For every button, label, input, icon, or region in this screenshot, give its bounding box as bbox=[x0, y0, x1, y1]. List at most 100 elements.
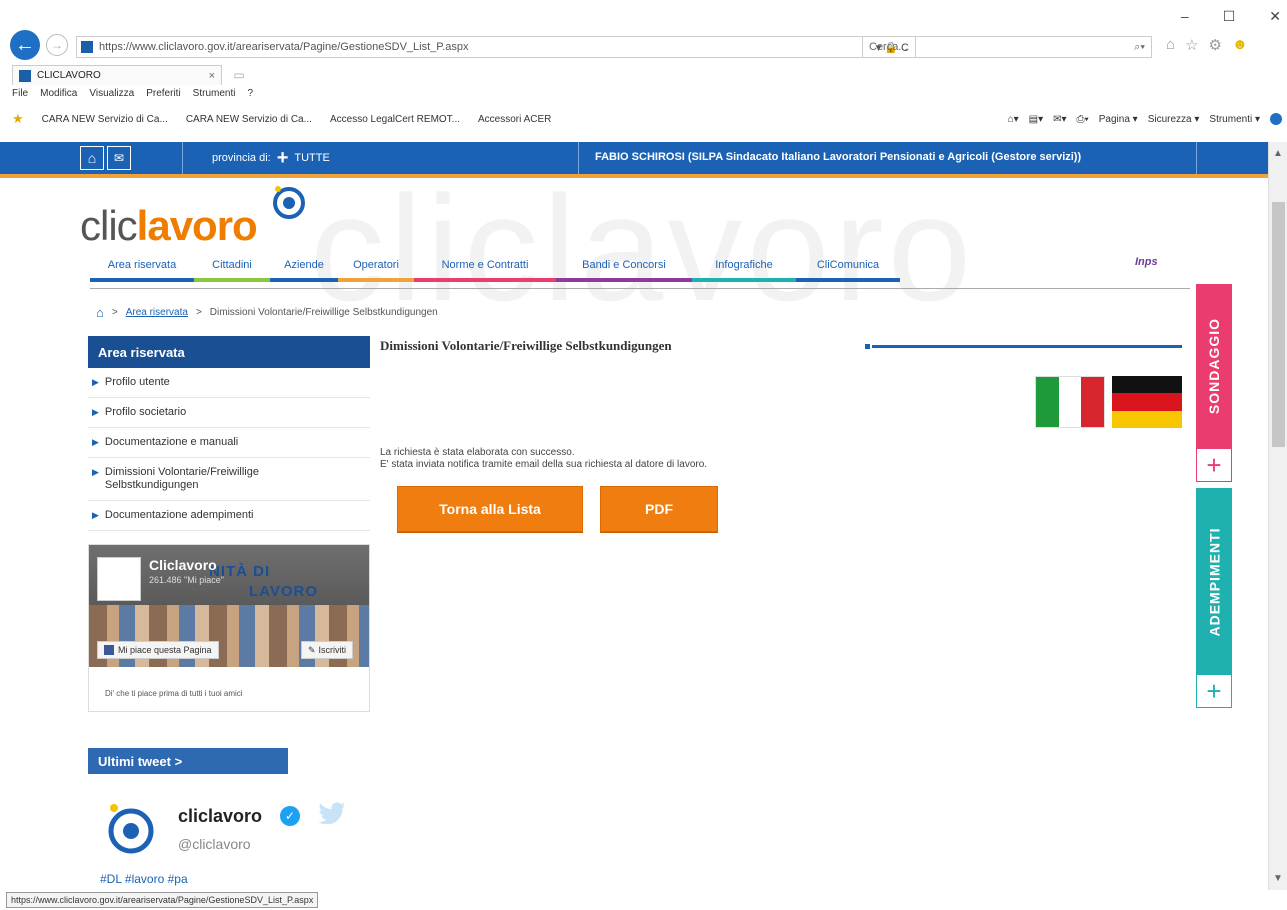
print-icon[interactable]: ⎙▾ bbox=[1077, 114, 1089, 125]
sidebar-item-dimissioni[interactable]: ▶ Dimissioni Volontarie/Freiwillige Selbs… bbox=[88, 458, 370, 501]
back-button[interactable]: ← bbox=[10, 30, 40, 60]
settings-gear-icon[interactable]: ⚙ bbox=[1209, 36, 1222, 54]
nav-aziende[interactable]: Aziende bbox=[270, 252, 338, 282]
mail-icon[interactable]: ✉▾ bbox=[1053, 114, 1066, 125]
tweets-header[interactable]: Ultimi tweet > bbox=[88, 748, 288, 774]
arrow-icon: ▶ bbox=[92, 407, 99, 417]
facebook-follow-button[interactable]: ✎ Iscriviti bbox=[301, 641, 354, 659]
site-favicon-icon bbox=[81, 41, 93, 53]
twitter-bird-icon[interactable] bbox=[318, 802, 346, 824]
sidebar-item-label: Dimissioni Volontarie/Freiwillige Selbst… bbox=[104, 466, 259, 491]
nav-clicomunica[interactable]: CliComunica bbox=[796, 252, 900, 282]
close-tab-icon[interactable]: × bbox=[209, 70, 215, 82]
like-label: Mi piace questa Pagina bbox=[118, 645, 212, 655]
menu-view[interactable]: Visualizza bbox=[89, 88, 134, 99]
feeds-icon[interactable]: ▤▾ bbox=[1029, 114, 1043, 125]
favorite-link[interactable]: CARA NEW Servizio di Ca... bbox=[42, 114, 168, 125]
sidebar-item-documentazione-adempimenti[interactable]: ▶ Documentazione adempimenti bbox=[88, 501, 370, 531]
browser-tab[interactable]: CLICLAVORO × bbox=[12, 65, 222, 85]
partner-logo[interactable]: Inps bbox=[1135, 256, 1158, 268]
tab-title: CLICLAVORO bbox=[37, 70, 101, 81]
tweet-text[interactable]: #DL #lavoro #pa bbox=[100, 872, 188, 886]
sidebar: Area riservata ▶ Profilo utente ▶ Profilo … bbox=[88, 336, 370, 531]
home-icon[interactable]: ⌂ bbox=[96, 305, 104, 320]
sidebar-header: Area riservata bbox=[88, 336, 370, 368]
survey-side-tab[interactable]: SONDAGGIO bbox=[1196, 284, 1232, 448]
help-icon[interactable] bbox=[1270, 113, 1282, 125]
menu-file[interactable]: File bbox=[12, 88, 28, 99]
facebook-page-title[interactable]: Cliclavoro bbox=[149, 557, 217, 573]
italian-flag-icon[interactable] bbox=[1035, 376, 1105, 428]
scroll-thumb[interactable] bbox=[1272, 202, 1285, 447]
minimize-icon[interactable]: – bbox=[1181, 8, 1189, 25]
page-title: Dimissioni Volontarie/Freiwillige Selbst… bbox=[380, 338, 672, 353]
sidebar-item-label: Documentazione adempimenti bbox=[104, 509, 254, 521]
search-icon[interactable]: ⌕▾ bbox=[1134, 41, 1145, 54]
nav-operatori[interactable]: Operatori bbox=[338, 252, 414, 282]
breadcrumb-separator: > bbox=[111, 307, 118, 318]
logo-text-lavoro: lavoro bbox=[136, 202, 258, 249]
logo-text-clic: clic bbox=[80, 202, 138, 249]
menu-bar: File Modifica Visualizza Preferiti Strum… bbox=[12, 88, 253, 99]
fulfillments-side-tab[interactable]: ADEMPIMENTI bbox=[1196, 488, 1232, 676]
menu-tools[interactable]: Strumenti bbox=[193, 88, 236, 99]
sidebar-item-profilo-utente[interactable]: ▶ Profilo utente bbox=[88, 368, 370, 398]
notification-message: E' stata inviata notifica tramite email … bbox=[380, 459, 708, 470]
breadcrumb-separator: > bbox=[195, 307, 202, 318]
nav-bandi-concorsi[interactable]: Bandi e Concorsi bbox=[556, 252, 692, 282]
favorites-star-icon[interactable]: ★ bbox=[12, 111, 24, 127]
nav-norme-contratti[interactable]: Norme e Contratti bbox=[414, 252, 556, 282]
banner-text: LAVORO bbox=[249, 583, 319, 600]
facebook-like-button[interactable]: Mi piace questa Pagina bbox=[97, 641, 219, 659]
favorites-star-icon[interactable]: ☆ bbox=[1185, 36, 1198, 54]
new-tab-icon[interactable]: ▭ bbox=[228, 66, 250, 84]
search-placeholder: Cerca... bbox=[869, 41, 908, 53]
favorite-link[interactable]: CARA NEW Servizio di Ca... bbox=[186, 114, 312, 125]
close-window-icon[interactable]: ✕ bbox=[1269, 8, 1281, 25]
divider bbox=[1196, 142, 1197, 174]
address-bar[interactable]: https://www.cliclavoro.gov.it/areariserv… bbox=[76, 36, 916, 58]
arrow-icon: ▶ bbox=[92, 377, 99, 387]
forward-button[interactable]: → bbox=[46, 34, 68, 56]
breadcrumb-link[interactable]: Area riservata bbox=[126, 307, 188, 318]
twitter-account-name[interactable]: cliclavoro bbox=[178, 806, 262, 827]
sidebar-item-documentazione-manuali[interactable]: ▶ Documentazione e manuali bbox=[88, 428, 370, 458]
menu-edit[interactable]: Modifica bbox=[40, 88, 77, 99]
page-thumbnail bbox=[97, 557, 141, 601]
facebook-banner[interactable]: NITÀ DI LAVORO Cliclavoro 261.486 "Mi pi… bbox=[89, 545, 369, 667]
tab-strip: CLICLAVORO × ▭ bbox=[12, 64, 250, 86]
fulfillments-tab-label: ADEMPIMENTI bbox=[1206, 527, 1222, 637]
tab-favicon-icon bbox=[19, 69, 31, 82]
home-icon[interactable]: ⌂ bbox=[1166, 36, 1175, 54]
favorite-link[interactable]: Accesso LegalCert REMOT... bbox=[330, 114, 460, 125]
pdf-button[interactable]: PDF bbox=[600, 486, 718, 532]
nav-area-riservata[interactable]: Area riservata bbox=[90, 252, 194, 282]
sidebar-item-label: Documentazione e manuali bbox=[104, 436, 239, 448]
fulfillments-plus-icon[interactable]: + bbox=[1196, 674, 1232, 708]
home-page-icon[interactable]: ⌂▾ bbox=[1008, 114, 1019, 125]
scroll-up-icon[interactable]: ▲ bbox=[1273, 148, 1283, 159]
favorite-link[interactable]: Accessori ACER bbox=[478, 114, 551, 125]
home-icon[interactable]: ⌂ bbox=[80, 146, 104, 170]
menu-page[interactable]: Pagina ▾ bbox=[1099, 114, 1138, 125]
maximize-icon[interactable]: ☐ bbox=[1223, 8, 1236, 25]
sidebar-item-profilo-societario[interactable]: ▶ Profilo societario bbox=[88, 398, 370, 428]
search-box[interactable]: Cerca... ⌕▾ bbox=[862, 36, 1152, 58]
feedback-smiley-icon[interactable]: ☻ bbox=[1232, 36, 1248, 54]
mail-icon[interactable]: ✉ bbox=[107, 146, 131, 170]
menu-help[interactable]: ? bbox=[247, 88, 253, 99]
site-logo[interactable]: cliclavoro bbox=[80, 202, 258, 250]
nav-cittadini[interactable]: Cittadini bbox=[194, 252, 270, 282]
back-to-list-button[interactable]: Torna alla Lista bbox=[397, 486, 583, 532]
german-flag-icon[interactable] bbox=[1112, 376, 1182, 428]
page-viewport: ⌂ ✉ provincia di: + TUTTE FABIO SCHIROSI… bbox=[0, 142, 1268, 890]
menu-tools-cmd[interactable]: Strumenti ▾ bbox=[1209, 114, 1260, 125]
menu-security[interactable]: Sicurezza ▾ bbox=[1148, 114, 1200, 125]
vertical-scrollbar[interactable]: ▲ ▼ bbox=[1268, 142, 1287, 890]
nav-infografiche[interactable]: Infografiche bbox=[692, 252, 796, 282]
menu-favorites[interactable]: Preferiti bbox=[146, 88, 180, 99]
url-text: https://www.cliclavoro.gov.it/areariserv… bbox=[99, 41, 469, 53]
survey-plus-icon[interactable]: + bbox=[1196, 448, 1232, 482]
twitter-handle: @cliclavoro bbox=[178, 836, 251, 852]
scroll-down-icon[interactable]: ▼ bbox=[1273, 873, 1283, 884]
